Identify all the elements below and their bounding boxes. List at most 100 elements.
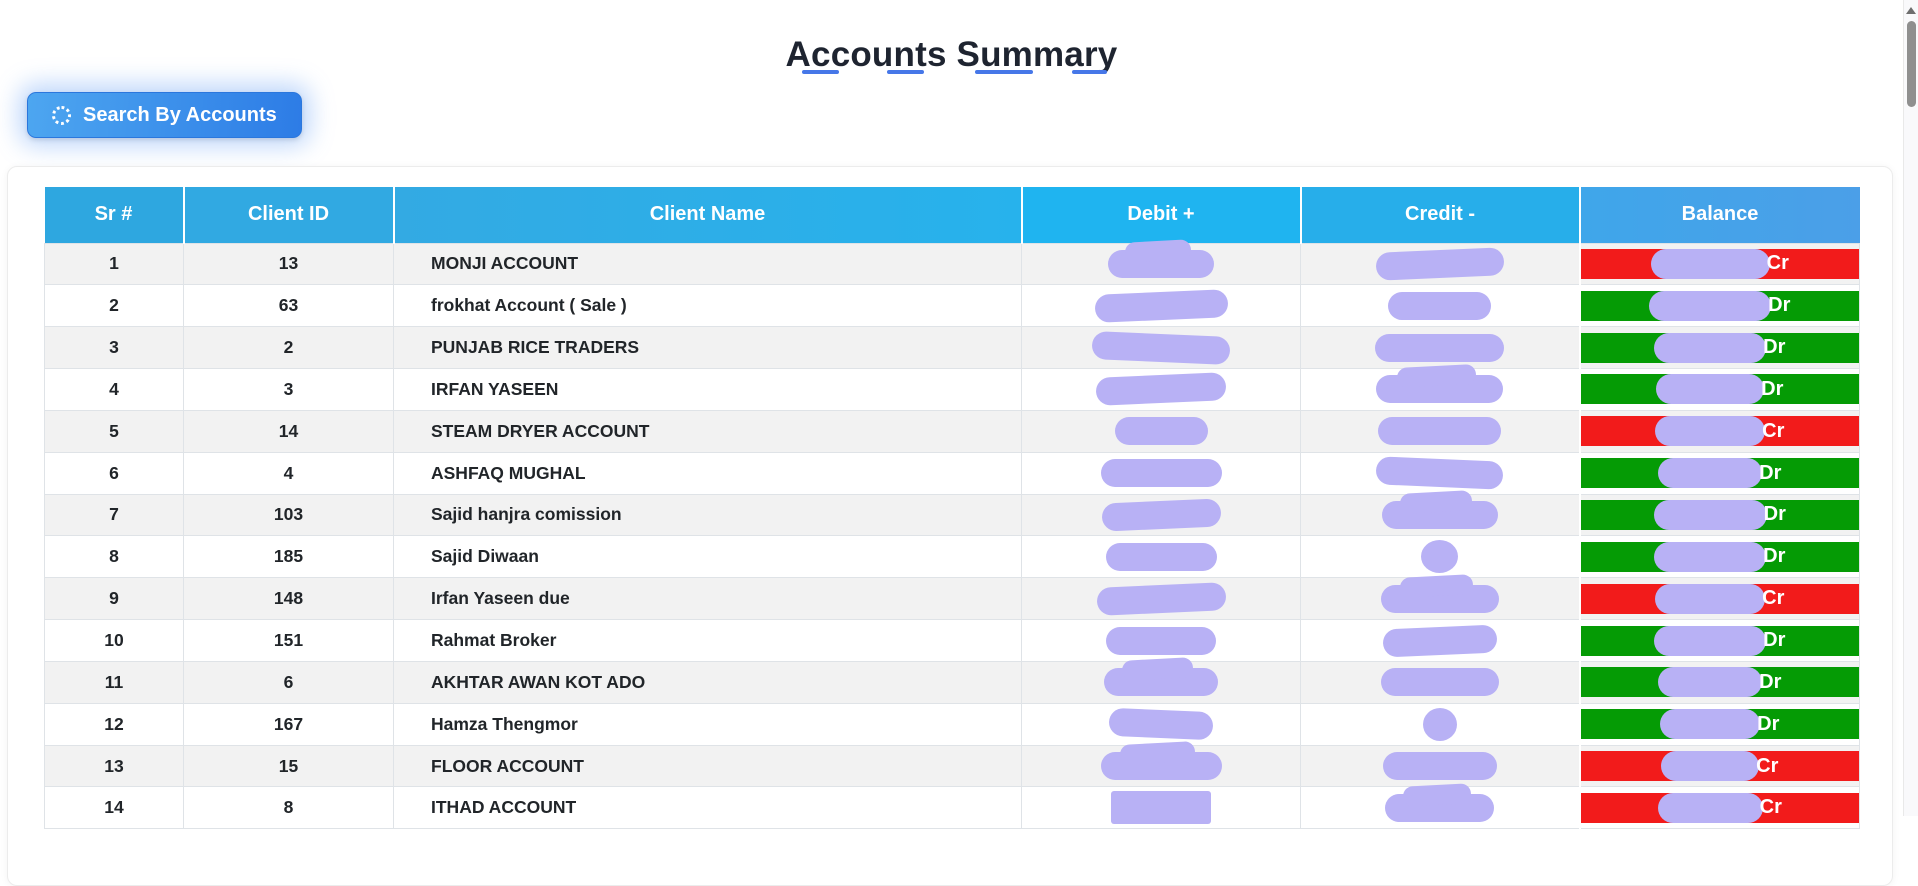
table-row: 7 103 Sajid hanjra comission Dr (44, 493, 1860, 537)
table-row: 13 15 FLOOR ACCOUNT Cr (44, 744, 1860, 788)
cell-credit-redacted (1300, 702, 1580, 746)
balance-type-label: Dr (1763, 629, 1786, 652)
cell-credit-redacted (1300, 409, 1580, 453)
cell-client-id: 14 (183, 409, 394, 453)
balance-type-label: Dr (1759, 461, 1782, 484)
redaction-blob (1095, 581, 1227, 616)
balance-type-label: Dr (1763, 336, 1786, 359)
redaction-blob (1382, 752, 1497, 781)
cell-client-id: 185 (183, 535, 394, 579)
cell-client-id: 15 (183, 744, 394, 788)
redaction-blob (1378, 417, 1502, 446)
cell-credit-redacted (1300, 368, 1580, 411)
column-header-balance: Balance (1579, 187, 1860, 243)
cell-debit-redacted (1021, 493, 1301, 537)
redaction-blob (1111, 791, 1211, 825)
balance-type-label: Dr (1768, 294, 1791, 317)
cell-credit-redacted (1300, 284, 1580, 328)
cell-debit-redacted (1021, 702, 1301, 746)
table-row: 6 4 ASHFAQ MUGHAL Dr (44, 451, 1860, 495)
redaction-blob (1653, 499, 1767, 530)
column-header-credit: Credit - (1300, 187, 1581, 243)
search-by-accounts-label: Search By Accounts (83, 103, 277, 126)
search-by-accounts-button[interactable]: Search By Accounts (27, 92, 302, 138)
title-underline-mark (887, 70, 924, 74)
redaction-blob (1656, 374, 1765, 405)
scroll-up-arrow-icon[interactable] (1906, 7, 1916, 14)
cell-sr: 3 (44, 326, 184, 370)
cell-credit-redacted (1300, 577, 1580, 621)
cell-balance: Dr (1578, 619, 1860, 662)
redaction-blob (1108, 707, 1214, 741)
cell-sr: 4 (44, 368, 184, 411)
title-underline-mark (1072, 70, 1107, 74)
redaction-blob (1657, 792, 1763, 823)
redaction-blob (1376, 375, 1504, 404)
spinner-icon (52, 105, 71, 125)
cell-client-name: IRFAN YASEEN (393, 368, 1022, 411)
redaction-blob (1375, 247, 1505, 281)
cell-debit-redacted (1021, 451, 1301, 495)
redaction-blob (1655, 416, 1766, 447)
cell-client-id: 3 (183, 368, 394, 411)
cell-client-name: PUNJAB RICE TRADERS (393, 326, 1022, 370)
cell-client-id: 13 (183, 242, 394, 286)
cell-debit-redacted (1021, 535, 1301, 579)
cell-debit-redacted (1021, 284, 1301, 328)
title-underline-mark (802, 70, 839, 74)
cell-client-id: 6 (183, 660, 394, 704)
redaction-blob (1100, 498, 1222, 532)
cell-credit-redacted (1300, 619, 1580, 662)
cell-debit-redacted (1021, 409, 1301, 453)
table-row: 2 63 frokhat Account ( Sale ) Dr (44, 284, 1860, 328)
cell-client-name: ITHAD ACCOUNT (393, 786, 1022, 830)
table-header-row: Sr # Client ID Client Name Debit + Credi… (44, 187, 1860, 243)
cell-client-name: Rahmat Broker (393, 619, 1022, 662)
cell-credit-redacted (1300, 493, 1580, 537)
redaction-blob (1661, 751, 1760, 782)
column-header-sr: Sr # (44, 187, 185, 243)
redaction-blob (1380, 584, 1499, 613)
balance-type-label: Cr (1756, 754, 1779, 777)
redaction-blob (1104, 668, 1218, 697)
redaction-blob (1382, 624, 1498, 657)
redaction-blob (1422, 707, 1457, 741)
cell-balance: Cr (1578, 242, 1860, 286)
cell-balance: Dr (1578, 660, 1860, 704)
cell-client-id: 151 (183, 619, 394, 662)
title-underline-mark (975, 70, 1033, 74)
redaction-blob (1388, 291, 1492, 320)
cell-client-name: frokhat Account ( Sale ) (393, 284, 1022, 328)
cell-balance: Cr (1578, 744, 1860, 788)
cell-credit-redacted (1300, 744, 1580, 788)
table-row: 9 148 Irfan Yaseen due Cr (44, 577, 1860, 621)
redaction-blob (1654, 625, 1767, 656)
accounts-table-card: Sr # Client ID Client Name Debit + Credi… (7, 166, 1893, 886)
balance-type-label: Dr (1763, 545, 1786, 568)
cell-client-name: Irfan Yaseen due (393, 577, 1022, 621)
cell-debit-redacted (1021, 368, 1301, 411)
cell-sr: 12 (44, 702, 184, 746)
cell-sr: 6 (44, 451, 184, 495)
redaction-blob (1114, 417, 1208, 446)
vertical-scrollbar[interactable] (1903, 0, 1918, 816)
table-row: 12 167 Hamza Thengmor Dr (44, 702, 1860, 746)
redaction-blob (1658, 458, 1763, 489)
redaction-blob (1100, 459, 1222, 488)
redaction-blob (1385, 793, 1495, 822)
balance-type-label: Dr (1761, 377, 1784, 400)
table-row: 11 6 AKHTAR AWAN KOT ADO Dr (44, 660, 1860, 704)
scrollbar-thumb[interactable] (1907, 21, 1916, 107)
cell-client-name: AKHTAR AWAN KOT ADO (393, 660, 1022, 704)
redaction-blob (1649, 290, 1772, 321)
cell-client-id: 2 (183, 326, 394, 370)
redaction-blob (1658, 667, 1763, 698)
cell-balance: Dr (1578, 284, 1860, 328)
redaction-blob (1381, 500, 1498, 529)
cell-client-name: ASHFAQ MUGHAL (393, 451, 1022, 495)
cell-sr: 13 (44, 744, 184, 788)
redaction-blob (1375, 333, 1505, 362)
cell-client-id: 167 (183, 702, 394, 746)
cell-debit-redacted (1021, 577, 1301, 621)
redaction-blob (1095, 372, 1227, 407)
